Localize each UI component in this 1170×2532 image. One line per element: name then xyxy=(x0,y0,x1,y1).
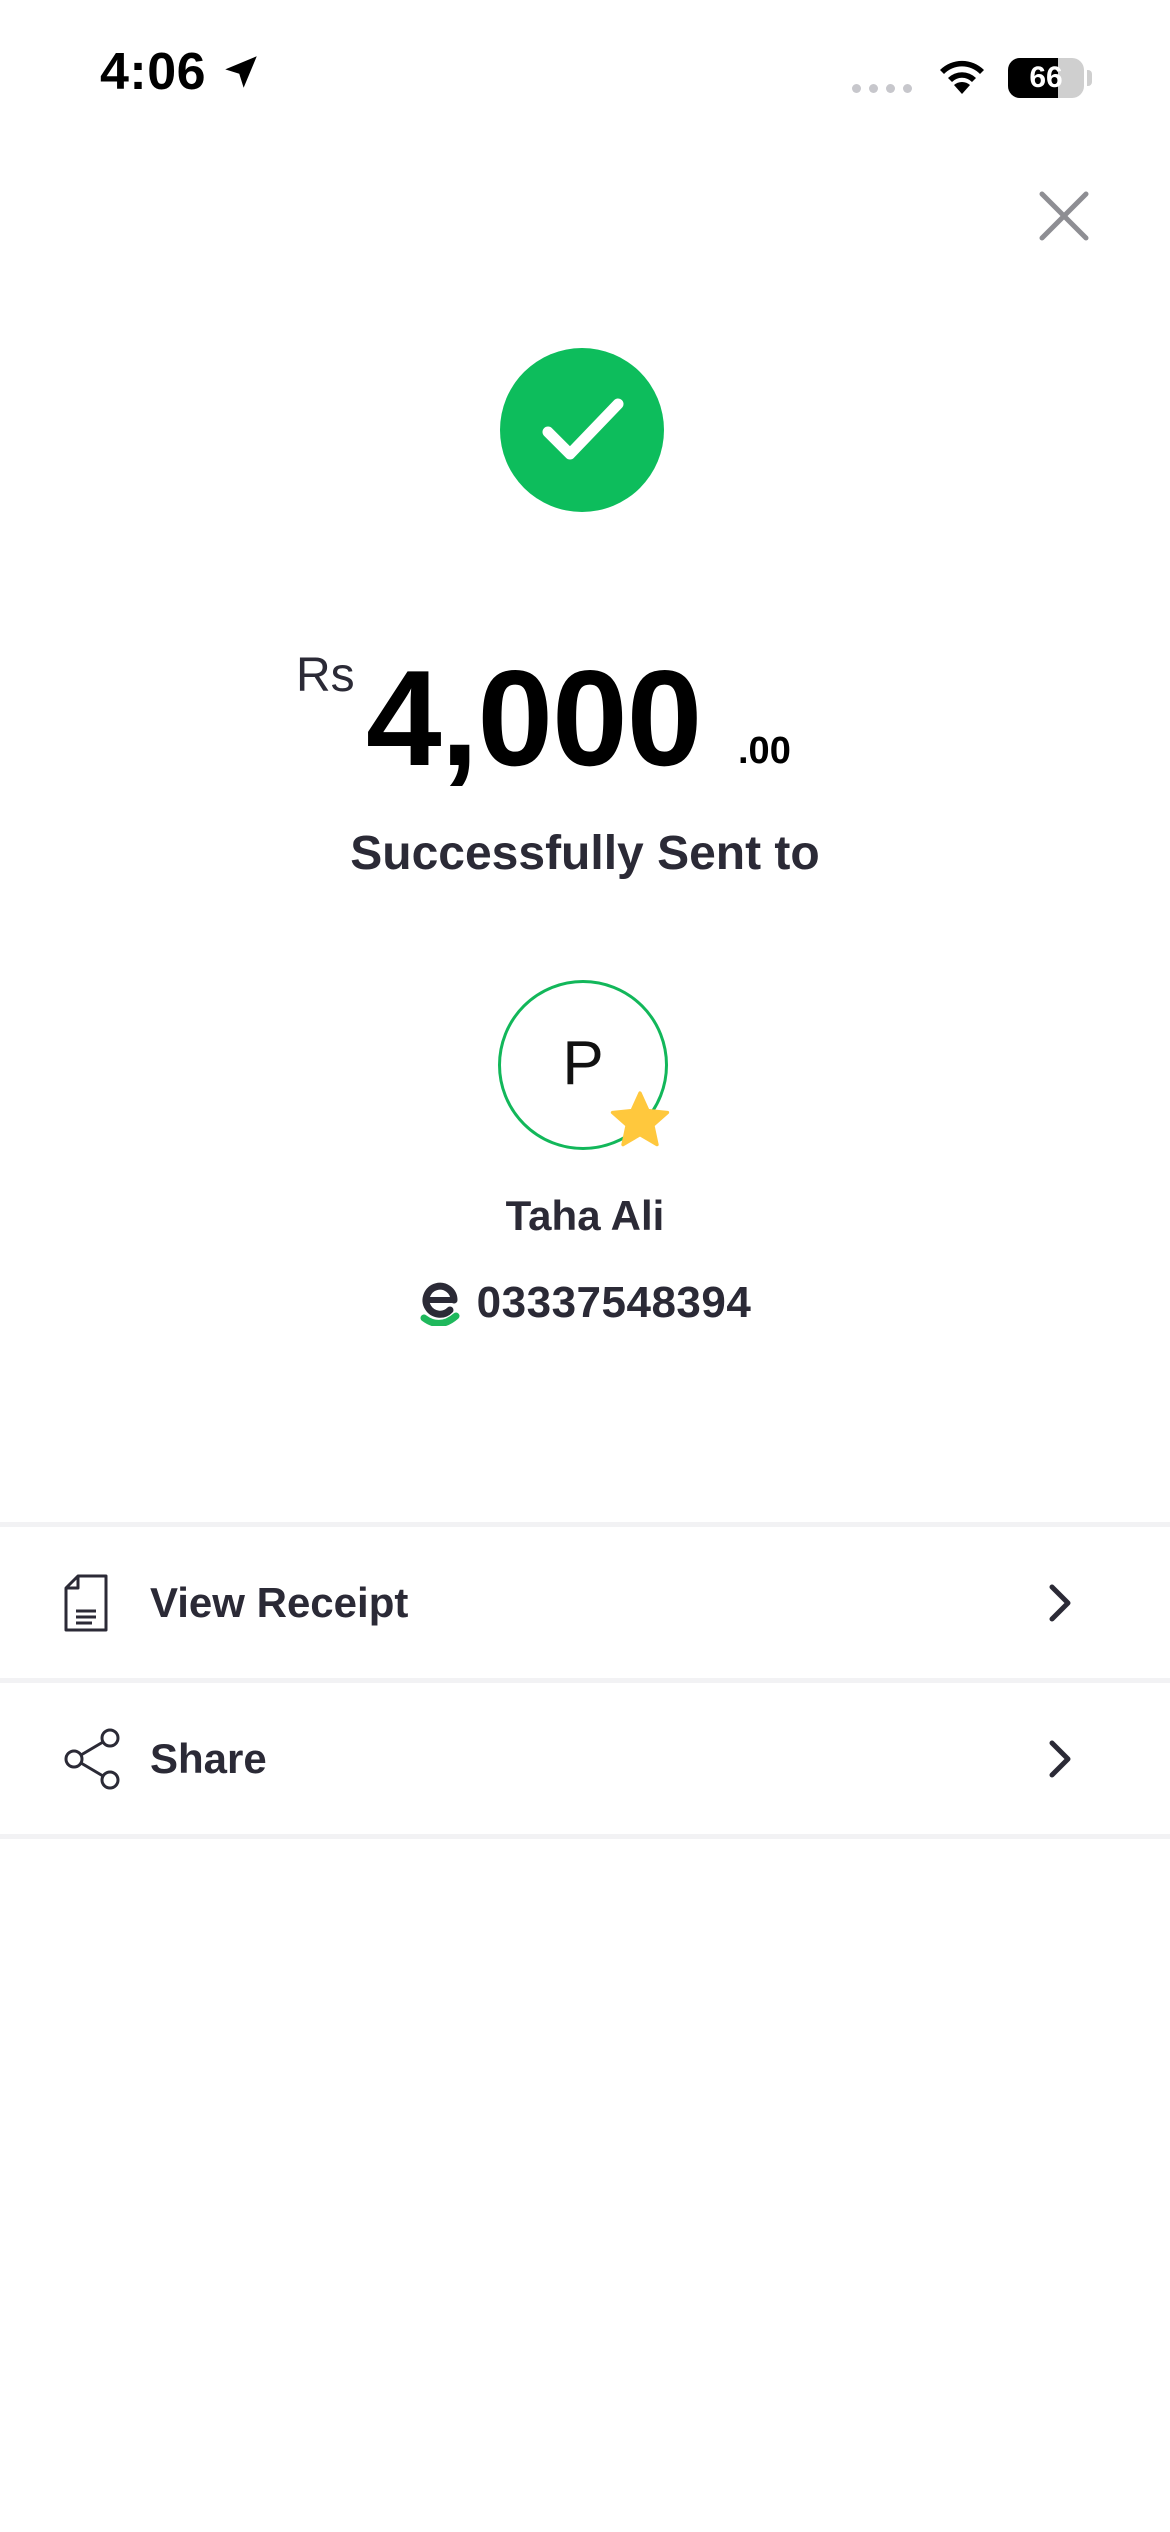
battery-nub xyxy=(1087,70,1092,86)
currency-label: Rs xyxy=(296,649,355,702)
recipient-number: 03337548394 xyxy=(476,1278,752,1327)
wifi-icon xyxy=(940,60,984,94)
divider xyxy=(0,1834,1170,1839)
location-arrow-icon xyxy=(225,56,257,88)
easypaisa-logo-icon xyxy=(420,1282,460,1326)
status-time: 4:06 xyxy=(100,42,262,102)
view-receipt-button[interactable]: View Receipt xyxy=(0,1528,1170,1678)
cellular-signal-icon xyxy=(852,84,912,93)
battery-percent: 66 xyxy=(1029,61,1063,94)
success-badge xyxy=(500,348,664,512)
battery-indicator: 66 xyxy=(1008,58,1084,98)
share-button[interactable]: Share xyxy=(0,1684,1170,1834)
receipt-icon xyxy=(64,1574,108,1632)
chevron-right-icon xyxy=(1049,1740,1071,1778)
recipient-name: Taha Ali xyxy=(505,1192,665,1239)
divider xyxy=(0,1522,1170,1527)
status-message: Successfully Sent to xyxy=(350,827,820,880)
chevron-right-icon xyxy=(1049,1584,1071,1622)
star-icon xyxy=(610,1091,670,1147)
amount-value: 4,000 xyxy=(366,642,702,794)
close-icon xyxy=(1039,191,1089,241)
amount-decimal: .00 xyxy=(738,730,791,772)
view-receipt-label: View Receipt xyxy=(150,1579,409,1626)
share-label: Share xyxy=(150,1735,267,1782)
divider xyxy=(0,1678,1170,1683)
avatar-initial: P xyxy=(562,1028,604,1098)
share-icon xyxy=(64,1728,120,1790)
recipient-account: 03337548394 xyxy=(0,1278,1170,1328)
close-button[interactable] xyxy=(1034,186,1094,246)
status-time-text: 4:06 xyxy=(100,43,207,101)
check-icon xyxy=(542,398,624,460)
